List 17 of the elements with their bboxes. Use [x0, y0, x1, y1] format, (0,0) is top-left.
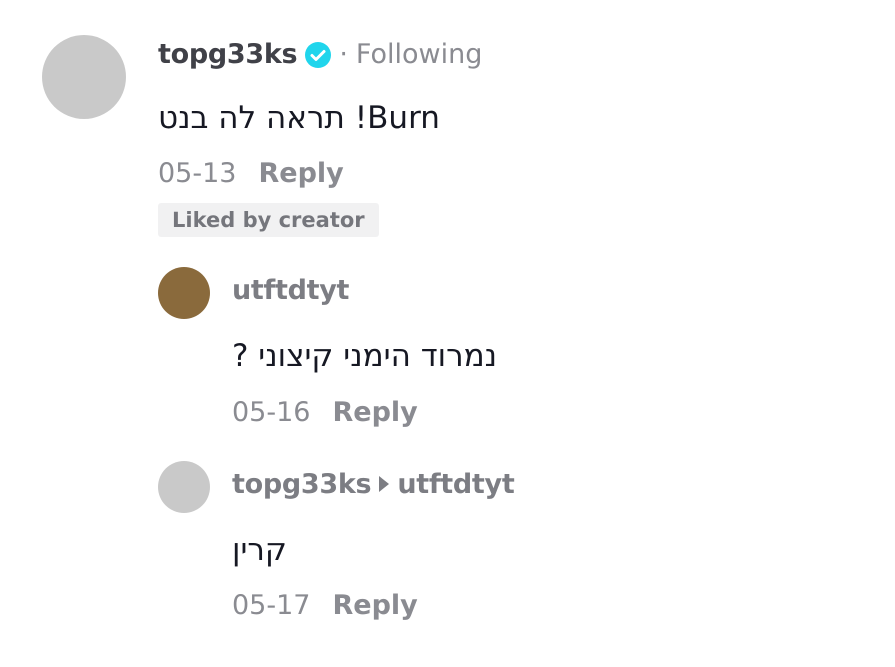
comment-date: 05-13	[158, 158, 236, 190]
liked-by-creator-tag: Liked by creator	[158, 203, 379, 238]
reply-text: נמרוד הימני קיצוני ?	[232, 337, 498, 376]
reply-text: קרין	[232, 530, 287, 570]
reply-date: 05-16	[232, 396, 310, 428]
username[interactable]: topg33ks	[158, 39, 298, 70]
following-label: Following	[356, 39, 482, 70]
caret-right-icon	[379, 476, 390, 492]
comment-text: Burn! תראה לה בנט	[158, 99, 440, 138]
reply-button[interactable]: Reply	[332, 590, 418, 621]
replied-username[interactable]: utftdtyt	[397, 468, 514, 500]
reply-date: 05-17	[232, 590, 310, 621]
reply-button[interactable]: Reply	[258, 158, 344, 190]
username[interactable]: topg33ks	[232, 468, 372, 500]
username[interactable]: utftdtyt	[232, 275, 350, 306]
separator-dot: ·	[339, 39, 348, 70]
reply-button[interactable]: Reply	[332, 396, 418, 428]
